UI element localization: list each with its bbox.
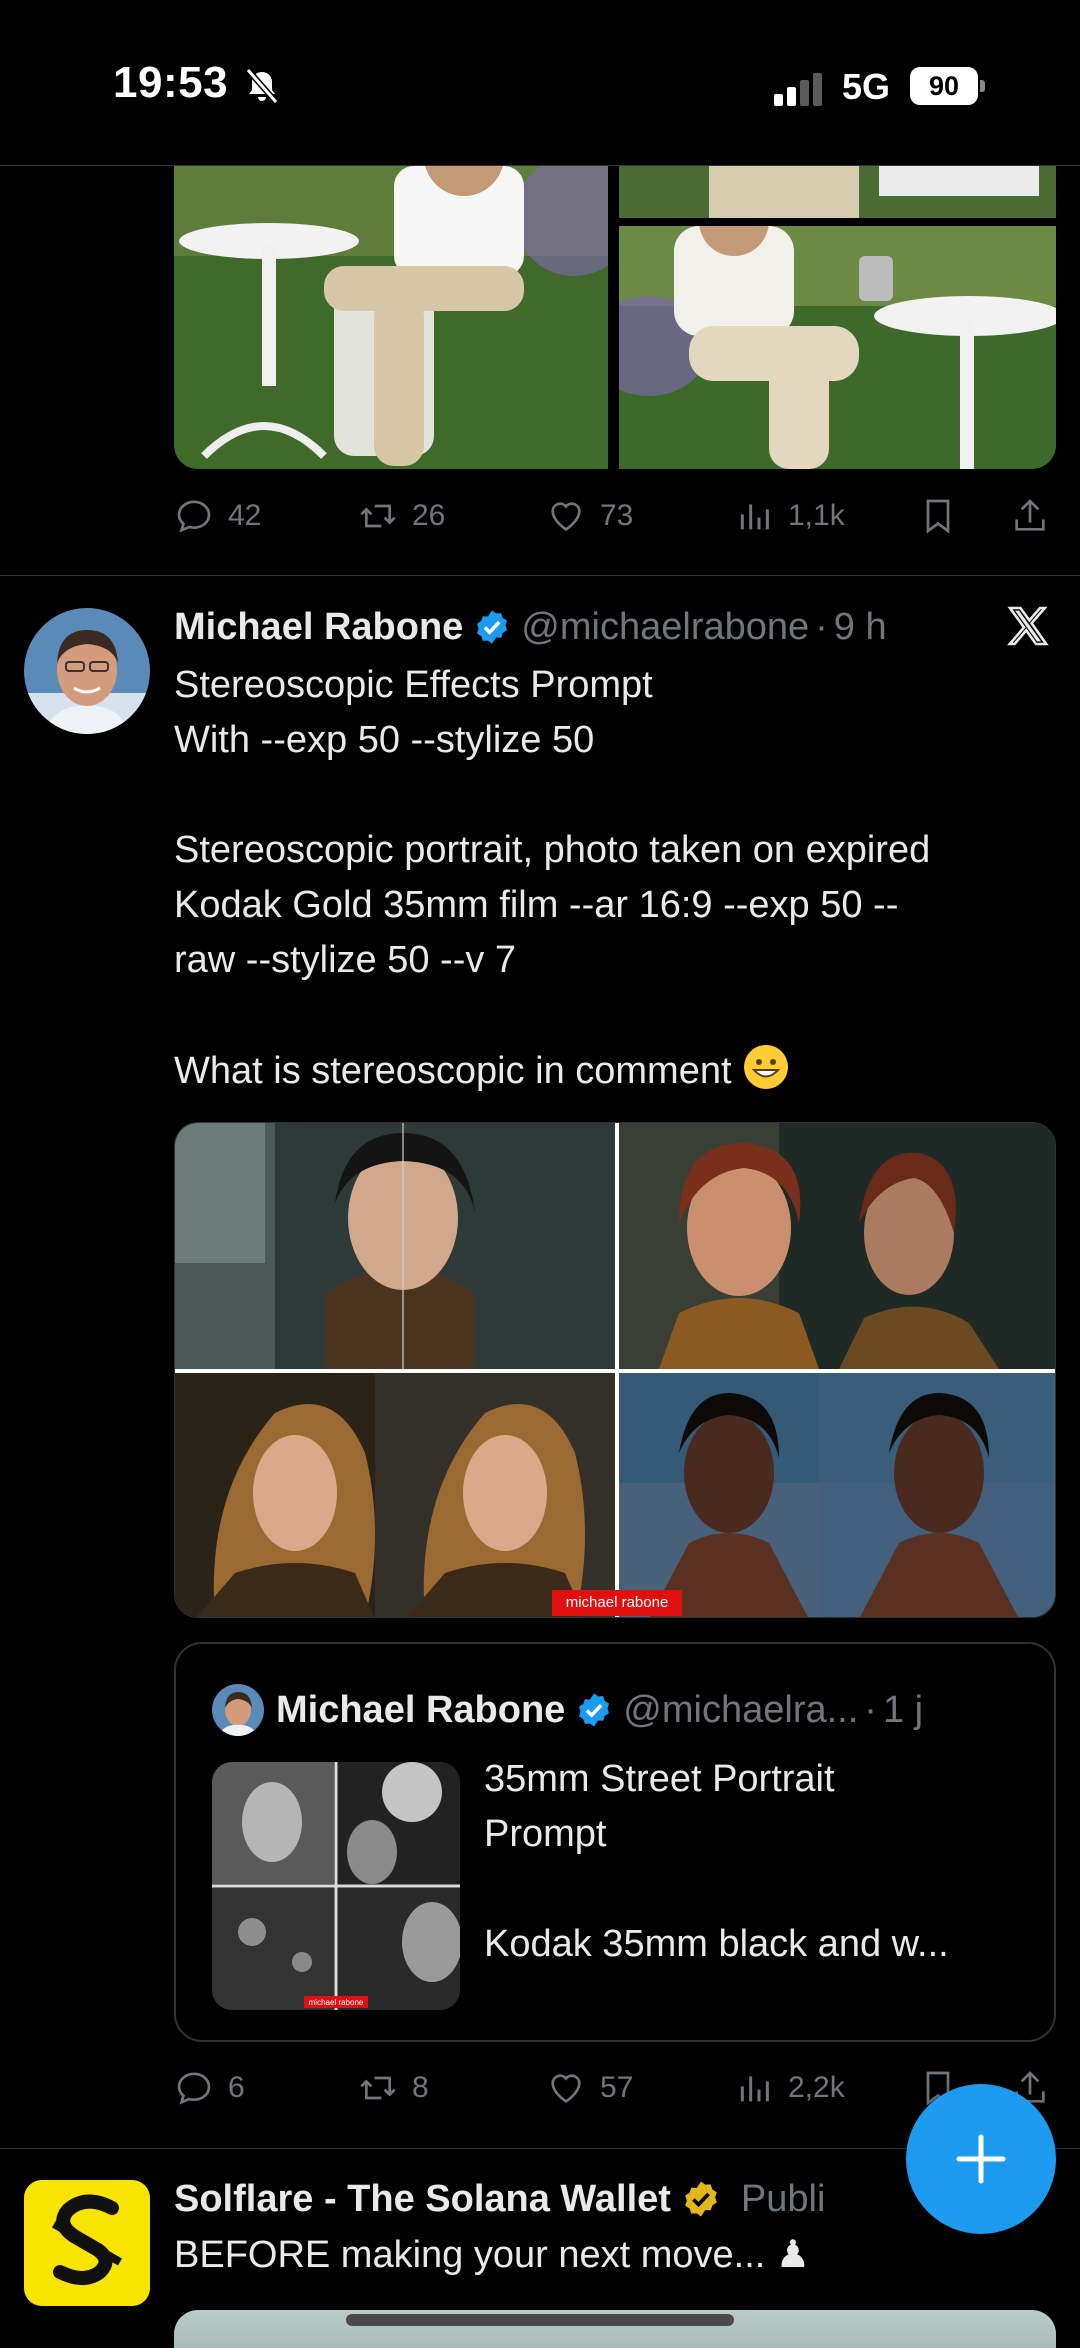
grinning-face-emoji-icon [743,1045,788,1089]
quote-text-line: Kodak 35mm black and w... [484,1923,949,1965]
tweet-text-line: Stereoscopic portrait, photo taken on ex… [174,829,931,871]
repost-count: 8 [412,2071,429,2104]
tweet-text-line: Kodak Gold 35mm film --ar 16:9 --exp 50 … [174,884,899,926]
tweet2-header: Michael Rabone @michaelrabone · 9 h [174,600,887,654]
battery-tip [980,80,985,92]
tweet-text-blank [174,988,1054,1043]
quote-text-line: 35mm Street Portrait [484,1758,835,1800]
quote-text-line: Prompt [484,1813,607,1855]
heart-icon [551,502,581,531]
thumb-watermark: michael rabone [309,1998,364,2007]
avatar[interactable] [24,608,150,734]
tweet1-media[interactable] [174,166,1056,469]
tweet-text-line: raw --stylize 50 --v 7 [174,939,517,981]
quote-time: 1 j [882,1688,924,1731]
ad-author-name[interactable]: Solflare - The Solana Wallet [174,2178,671,2221]
bell-slash-icon [245,68,279,104]
photo-stereo-1[interactable] [175,1123,615,1369]
views-count: 2,2k [788,2071,845,2104]
tweet-divider [0,575,1080,576]
tweet1-action-bar: 42 26 73 1,1k [174,488,1056,544]
like-count: 73 [600,499,634,532]
tweet-time[interactable]: 9 h [834,606,887,649]
battery-icon: 90 [910,67,978,105]
views-button[interactable]: 1,1k [734,488,845,544]
bookmark-icon [926,499,950,534]
repost-icon [360,2076,396,2100]
repost-icon [360,504,396,528]
ad-promoted-label: Publi [740,2177,826,2220]
grid-gutter-horizontal [175,1369,1055,1373]
reply-count: 42 [228,499,262,532]
compose-post-button[interactable] [906,2084,1056,2234]
ad-header: Solflare - The Solana Wallet Publi [174,2172,825,2226]
tweet-text-line: What is stereoscopic in comment [174,1050,732,1092]
views-button[interactable]: 2,2k [734,2060,845,2116]
photo-stereo-3[interactable] [175,1373,615,1618]
status-time: 19:53 [113,58,229,107]
like-count: 57 [600,2071,634,2104]
views-count: 1,1k [788,499,845,532]
tweet1-photo-left[interactable] [174,166,608,469]
quoted-tweet[interactable]: Michael Rabone @michaelra... · 1 j micha… [174,1642,1056,2042]
repost-count: 26 [412,499,446,532]
solflare-logo-avatar[interactable] [24,2180,150,2306]
quote-text: 35mm Street Portrait Prompt Kodak 35mm b… [484,1752,1044,1972]
verified-badge-icon [477,610,508,644]
verified-badge-icon [579,1693,610,1727]
heart-icon [551,2074,581,2103]
photo-stereo-4[interactable] [619,1373,1056,1618]
share-icon [1015,499,1045,531]
tweet2-media-grid[interactable]: michael rabone [174,1122,1056,1618]
status-bar: 19:53 5G 90 [0,0,1080,166]
share-button[interactable] [1010,488,1050,544]
reply-icon [177,2072,211,2105]
quote-text-blank [484,1862,1044,1917]
reply-button[interactable]: 42 [174,488,261,544]
reply-button[interactable]: 6 [174,2060,245,2116]
tweet-text-line: Stereoscopic Effects Prompt [174,664,653,706]
views-icon [740,504,769,530]
repost-button[interactable]: 26 [358,488,445,544]
reply-count: 6 [228,2071,245,2104]
tweet-text-line: With --exp 50 --stylize 50 [174,719,595,761]
author-name[interactable]: Michael Rabone [174,606,463,649]
x-logo-icon[interactable] [1004,603,1052,651]
like-button[interactable]: 73 [546,488,633,544]
watermark-label: michael rabone [552,1590,682,1616]
quote-avatar [212,1684,264,1736]
author-handle[interactable]: @michaelrabone [521,606,809,649]
views-icon [740,2076,769,2102]
tweet-text: Stereoscopic Effects Prompt With --exp 5… [174,658,1054,1099]
bookmark-button[interactable] [918,488,958,544]
quote-author-handle: @michaelra... [623,1688,859,1731]
tweet1-photo-bottom-right[interactable] [619,226,1056,469]
repost-button[interactable]: 8 [358,2060,429,2116]
tweet2-action-bar: 6 8 57 2,2k [174,2060,1056,2116]
gold-verified-badge-icon [685,2181,717,2217]
reply-icon [177,500,211,533]
quote-header: Michael Rabone @michaelra... · 1 j [276,1682,923,1738]
cellular-signal-icon [774,73,822,106]
separator-dot: · [864,1688,877,1731]
tweet-text-last-line: What is stereoscopic in comment [174,1043,1054,1099]
home-indicator[interactable] [346,2314,734,2326]
tweet-text-blank [174,768,1054,823]
like-button[interactable]: 57 [546,2060,633,2116]
separator-dot: · [815,605,828,648]
quote-thumbnail: michael rabone [212,1762,460,2010]
photo-stereo-2[interactable] [619,1123,1056,1369]
ad-text: BEFORE making your next move... ♟ [174,2234,810,2276]
plus-icon [956,2134,1006,2184]
quote-author-name: Michael Rabone [276,1688,566,1731]
network-label: 5G [842,66,891,107]
tweet1-photo-top-right[interactable] [619,166,1056,218]
